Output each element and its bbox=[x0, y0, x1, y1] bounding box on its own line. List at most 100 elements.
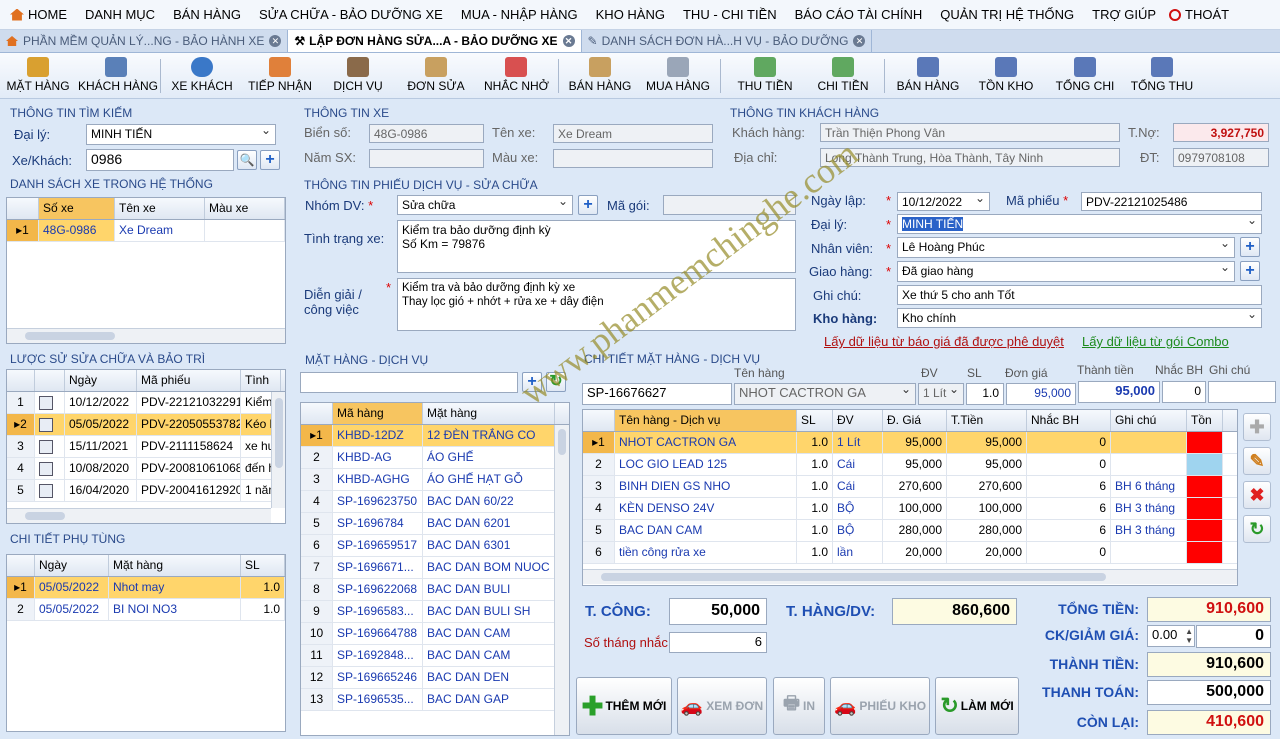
table-row[interactable]: 1 10/12/2022 PDV-22121032291 Kiểm t bbox=[7, 392, 285, 414]
col-ma-phieu[interactable]: Mã phiếu bbox=[137, 370, 241, 391]
labor-field[interactable]: 50,000 bbox=[669, 598, 767, 625]
entry-unit[interactable]: 1 Lít bbox=[918, 383, 964, 405]
combo-link[interactable]: Lấy dữ liệu từ gói Combo bbox=[1082, 334, 1229, 349]
table-row[interactable]: ▸1 NHOT CACTRON GA 1.0 1 Lít 95,000 95,000 0 bbox=[583, 432, 1237, 454]
horizontal-scrollbar[interactable] bbox=[583, 569, 1237, 584]
print-button[interactable]: 🖶 IN bbox=[773, 677, 825, 735]
horizontal-scrollbar[interactable] bbox=[7, 328, 285, 343]
col-thanh-tien[interactable]: T.Tiền bbox=[947, 410, 1027, 431]
table-row[interactable]: 3 15/11/2021 PDV-2111158624 xe hư bbox=[7, 436, 285, 458]
col-so-xe[interactable]: Số xe bbox=[39, 198, 115, 219]
menu-tro-giup[interactable]: TRỢ GIÚP bbox=[1083, 0, 1165, 30]
toolbar-xe-khach[interactable]: XE KHÁCH bbox=[170, 55, 234, 97]
view-order-button[interactable]: 🚗 XEM ĐƠN bbox=[677, 677, 767, 735]
list-item[interactable]: 7 SP-1696671... BAC DAN BOM NUOC bbox=[301, 557, 569, 579]
toolbar-don-sua[interactable]: ĐƠN SỬA bbox=[406, 55, 466, 97]
discount-field[interactable]: 0 bbox=[1196, 625, 1271, 648]
add-new-button[interactable]: ✚ THÊM MỚI bbox=[576, 677, 672, 735]
dealer-select[interactable]: MINH TIẾN bbox=[86, 124, 276, 145]
menu-ban-hang[interactable]: BÁN HÀNG bbox=[164, 0, 250, 30]
table-row[interactable]: 5 BAC DAN CAM 1.0 BỘ 280,000 280,000 6 BH 3 thá… bbox=[583, 520, 1237, 542]
toolbar-mua-hang[interactable]: MUA HÀNG bbox=[646, 55, 710, 97]
col-sl[interactable]: SL bbox=[241, 555, 285, 576]
col-sl[interactable]: SL bbox=[797, 410, 833, 431]
months-field[interactable]: 6 bbox=[669, 632, 767, 653]
delivery-select[interactable]: Đã giao hàng bbox=[897, 261, 1235, 282]
menu-thoat[interactable]: THOÁT bbox=[1181, 0, 1238, 30]
home-icon[interactable] bbox=[10, 8, 24, 21]
list-item[interactable]: 2 KHBD-AG ÁO GHẾ bbox=[301, 447, 569, 469]
list-item[interactable]: 13 SP-1696535... BAC DAN GAP bbox=[301, 689, 569, 711]
table-row[interactable]: ▸1 05/05/2022 Nhot may 1.0 bbox=[7, 577, 285, 599]
warehouse-slip-button[interactable]: 🚗 PHIẾU KHO bbox=[830, 677, 930, 735]
add-row-button[interactable]: ✚ bbox=[1243, 413, 1271, 441]
item-search-input[interactable] bbox=[300, 372, 518, 393]
spinner-icon[interactable]: ▲ ▼ bbox=[1185, 627, 1193, 645]
tab-service-order[interactable]: ⚒ LẬP ĐƠN HÀNG SỬA...A - BẢO DƯỠNG XE ✕ bbox=[288, 30, 582, 52]
dealer2-select[interactable]: MINH TIẾN bbox=[897, 214, 1262, 234]
table-row[interactable]: 3 BINH DIEN GS NHO 1.0 Cái 270,600 270,600 6 BH… bbox=[583, 476, 1237, 498]
add-icon[interactable]: + bbox=[1240, 237, 1260, 257]
col-dv[interactable]: ĐV bbox=[833, 410, 883, 431]
col-ton[interactable]: Tồn bbox=[1187, 410, 1223, 431]
col-ten-xe[interactable]: Tên xe bbox=[115, 198, 205, 219]
list-item[interactable]: 9 SP-1696583... BAC DAN BULI SH bbox=[301, 601, 569, 623]
entry-remind[interactable]: 0 bbox=[1162, 381, 1206, 403]
menu-mua-nhap[interactable]: MUA - NHẬP HÀNG bbox=[452, 0, 587, 30]
edit-row-button[interactable]: ✎ bbox=[1243, 447, 1271, 475]
col-nhac-bh[interactable]: Nhắc BH bbox=[1027, 410, 1111, 431]
add-icon[interactable]: + bbox=[578, 195, 598, 215]
list-item[interactable]: 11 SP-1692848... BAC DAN CAM bbox=[301, 645, 569, 667]
menu-sua-chua[interactable]: SỬA CHỮA - BẢO DƯỠNG XE bbox=[250, 0, 452, 30]
close-icon[interactable]: ✕ bbox=[853, 35, 866, 47]
tab-order-list[interactable]: ✎ DANH SÁCH ĐƠN HÀ...H VỤ - BẢO DƯỠNG ✕ bbox=[582, 30, 873, 52]
table-row[interactable]: 6 tiền công rửa xe 1.0 lần 20,000 20,000 0 bbox=[583, 542, 1237, 564]
entry-note[interactable] bbox=[1208, 381, 1276, 403]
toolbar-nhac-nho[interactable]: NHẮC NHỞ bbox=[484, 55, 549, 97]
list-item[interactable]: 10 SP-169664788 BAC DAN CAM bbox=[301, 623, 569, 645]
refresh-row-button[interactable]: ↻ bbox=[1243, 515, 1271, 543]
table-row[interactable]: 4 10/08/2020 PDV-20081061068 đến h bbox=[7, 458, 285, 480]
code-field[interactable]: PDV-22121025486 bbox=[1081, 192, 1262, 211]
menu-kho-hang[interactable]: KHO HÀNG bbox=[587, 0, 674, 30]
discount-percent[interactable]: 0.00 ▲ ▼ bbox=[1147, 625, 1195, 647]
toolbar-dich-vu[interactable]: DỊCH VỤ bbox=[330, 55, 386, 97]
group-select[interactable]: Sửa chữa bbox=[397, 195, 573, 215]
vertical-scrollbar[interactable] bbox=[554, 425, 569, 735]
entry-name[interactable]: NHOT CACTRON GA bbox=[734, 383, 916, 405]
col-ghi-chu[interactable]: Ghi chú bbox=[1111, 410, 1187, 431]
warehouse-select[interactable]: Kho chính bbox=[897, 308, 1262, 328]
menu-quan-tri[interactable]: QUẢN TRỊ HỆ THỐNG bbox=[931, 0, 1083, 30]
menu-thu-chi[interactable]: THU - CHI TIỀN bbox=[674, 0, 786, 30]
table-row[interactable]: 5 16/04/2020 PDV-20041612920 1 năm bbox=[7, 480, 285, 502]
toolbar-ban-hang[interactable]: BÁN HÀNG bbox=[568, 55, 632, 97]
col-mau-xe[interactable]: Màu xe bbox=[205, 198, 285, 219]
date-picker[interactable]: 10/12/2022 bbox=[897, 192, 990, 211]
table-row[interactable]: 2 05/05/2022 BI NOI NO3 1.0 bbox=[7, 599, 285, 621]
add-icon[interactable]: + bbox=[1240, 261, 1260, 281]
list-item[interactable]: 5 SP-1696784 BAC DAN 6201 bbox=[301, 513, 569, 535]
horizontal-scrollbar[interactable] bbox=[7, 508, 271, 523]
close-icon[interactable]: ✕ bbox=[562, 35, 575, 47]
tab-home[interactable]: PHẦN MỀM QUẢN LÝ...NG - BẢO HÀNH XE ✕ bbox=[0, 30, 289, 52]
toolbar-chi-tien[interactable]: CHI TIỀN bbox=[814, 55, 872, 97]
toolbar-thu-tien[interactable]: THU TIỀN bbox=[736, 55, 794, 97]
entry-total[interactable]: 95,000 bbox=[1078, 381, 1160, 403]
search-icon[interactable]: 🔍 bbox=[237, 150, 257, 170]
table-row[interactable]: ▸2 05/05/2022 PDV-22050553782 Kéo lọ bbox=[7, 414, 285, 436]
toolbar-tiep-nhan[interactable]: TIẾP NHẬN bbox=[246, 55, 314, 97]
toolbar-tong-chi[interactable]: TỔNG CHI bbox=[1054, 55, 1116, 97]
staff-select[interactable]: Lê Hoàng Phúc bbox=[897, 237, 1235, 258]
toolbar-khach-hang[interactable]: KHÁCH HÀNG bbox=[78, 55, 158, 97]
menu-home[interactable]: HOME bbox=[24, 0, 76, 30]
col-ten-hang[interactable]: Tên hàng - Dịch vụ bbox=[615, 410, 797, 431]
vertical-scrollbar[interactable] bbox=[271, 392, 285, 508]
col-mat-hang[interactable]: Mặt hàng bbox=[109, 555, 241, 576]
toolbar-mat-hang[interactable]: MẶT HÀNG bbox=[6, 55, 70, 97]
toolbar-tong-thu[interactable]: TỔNG THU bbox=[1130, 55, 1194, 97]
vehicle-search-input[interactable]: 0986 bbox=[86, 149, 234, 171]
list-item[interactable]: 4 SP-169623750 BAC DAN 60/22 bbox=[301, 491, 569, 513]
list-item[interactable]: 6 SP-169659517 BAC DAN 6301 bbox=[301, 535, 569, 557]
col-don-gia[interactable]: Đ. Giá bbox=[883, 410, 947, 431]
toolbar-bao-cao-ban-hang[interactable]: BÁN HÀNG bbox=[896, 55, 960, 97]
